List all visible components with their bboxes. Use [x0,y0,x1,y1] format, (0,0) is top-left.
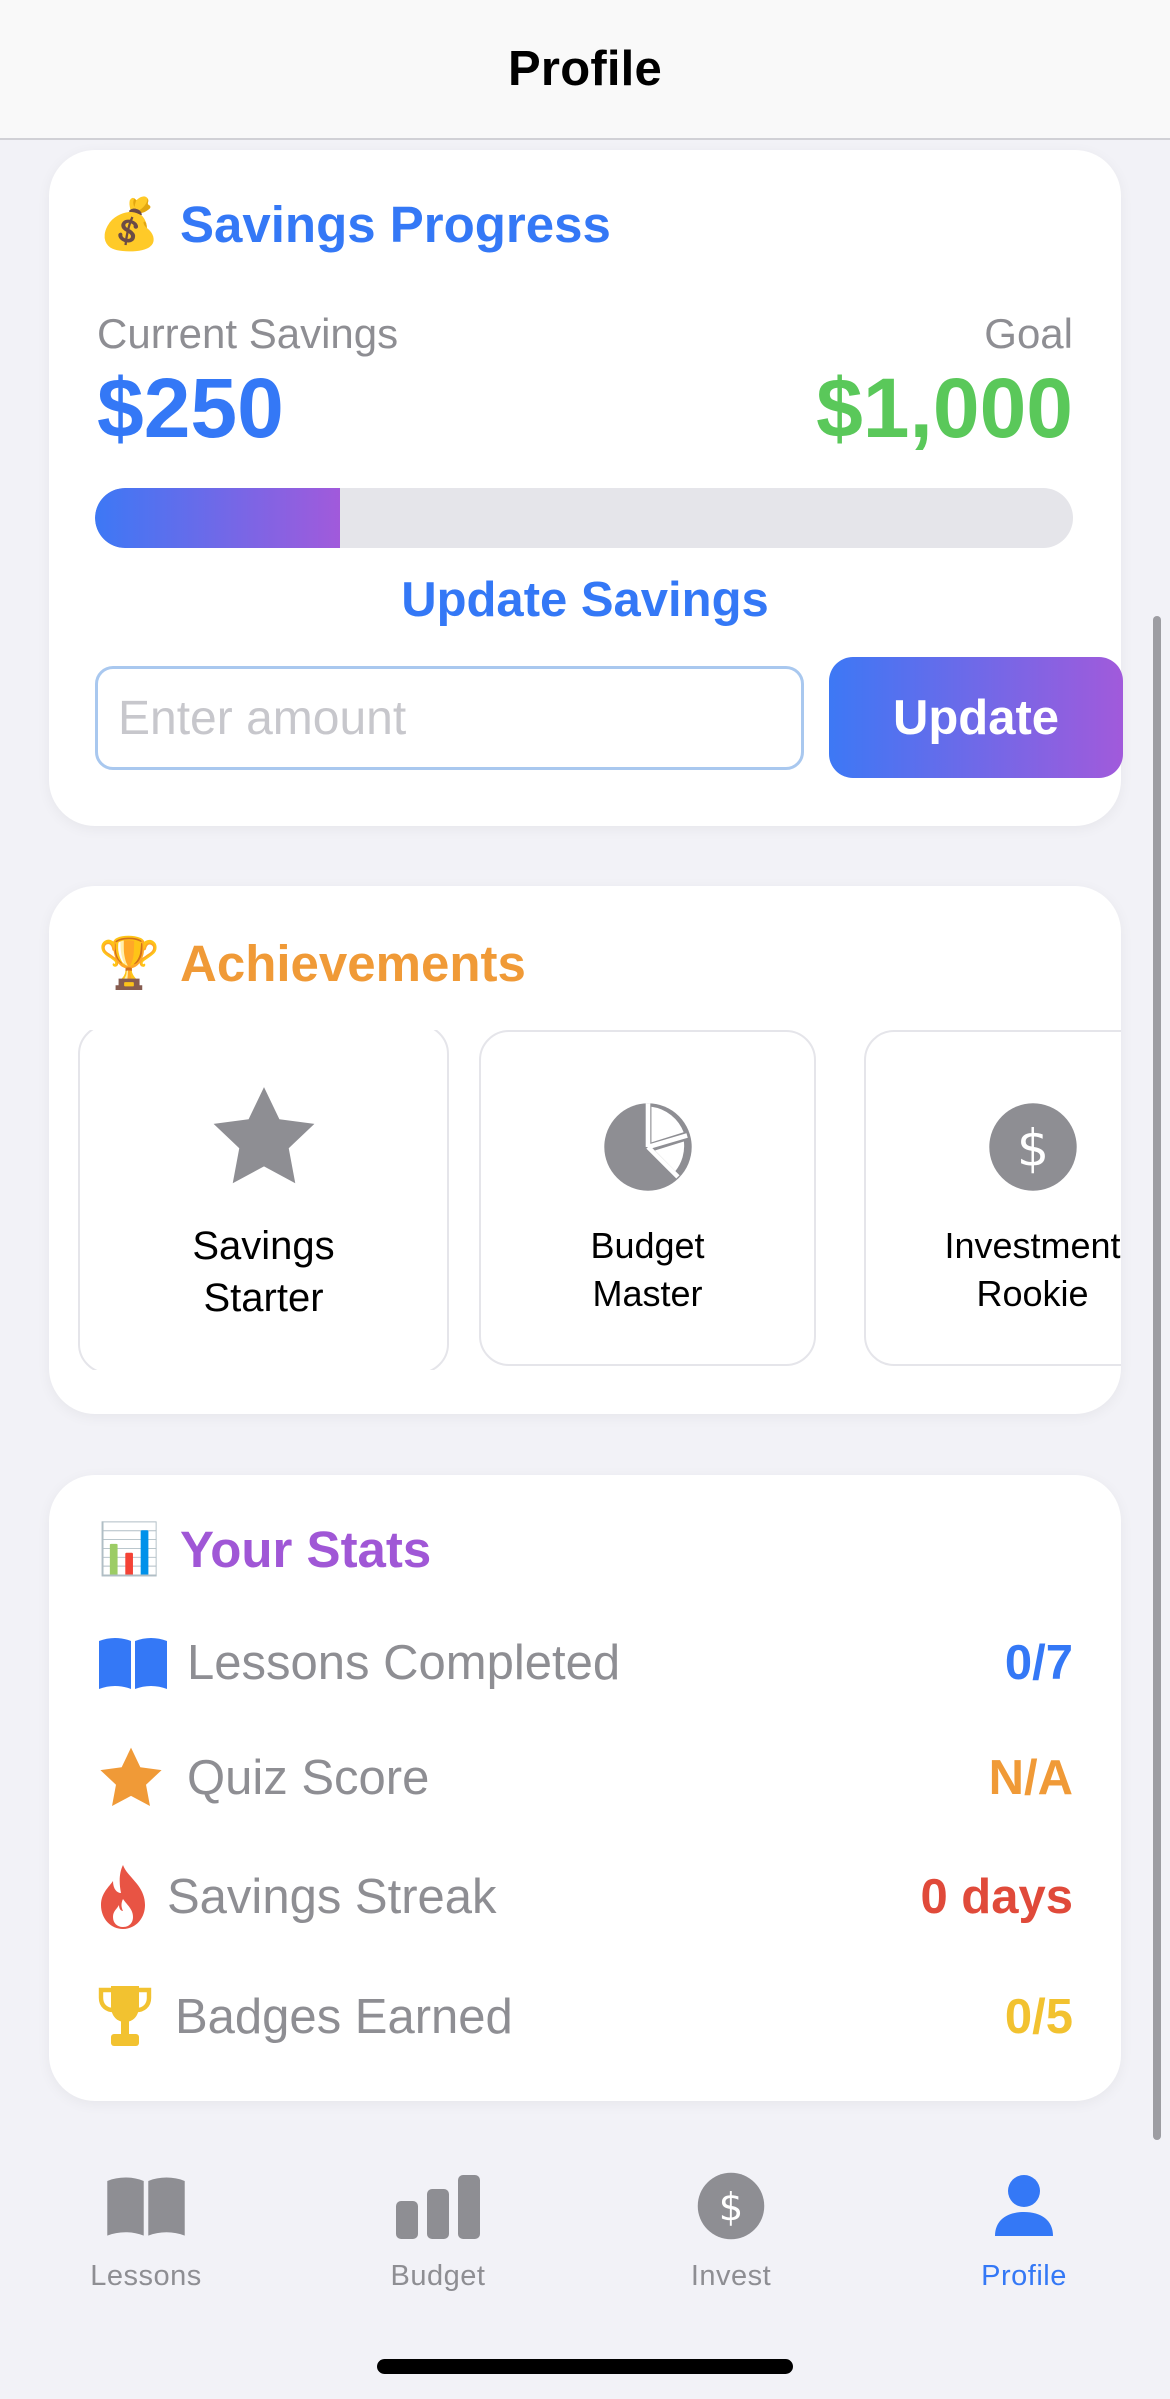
current-savings-value: $250 [97,361,284,455]
achievement-label: Budget Master [590,1225,705,1314]
savings-progress-header: 💰 Savings Progress [98,195,611,254]
goal-value: $1,000 [816,361,1073,455]
book-icon [105,2168,187,2244]
achievement-investment-rookie[interactable]: $ Investment Rookie [864,1030,1121,1366]
your-stats-header: 📊 Your Stats [98,1520,431,1579]
goal-label: Goal [984,310,1073,357]
svg-text:$: $ [1016,1118,1048,1177]
achievements-card: 🏆 Achievements Savings Starter Budget Ma… [49,886,1121,1414]
achievements-header: 🏆 Achievements [98,934,526,993]
tab-lessons[interactable]: Lessons [36,2168,256,2293]
stat-value: 0 days [920,1870,1073,1924]
update-button[interactable]: Update [829,657,1123,778]
person-icon [993,2168,1055,2244]
stat-row-badges-earned: Badges Earned 0/5 [97,1977,1073,2057]
achievement-label: Investment Rookie [944,1225,1121,1314]
current-savings-label: Current Savings [97,310,399,357]
stat-row-lessons-completed: Lessons Completed 0/7 [97,1623,1073,1703]
stat-label: Lessons Completed [187,1636,621,1690]
stat-label: Savings Streak [167,1870,497,1924]
tab-label: Profile [981,2260,1067,2292]
stat-value: 0/5 [1004,1990,1073,2044]
svg-text:$: $ [719,2185,744,2230]
flame-icon [97,1861,149,1933]
tab-invest[interactable]: $ Invest [621,2168,841,2293]
stat-label: Quiz Score [187,1751,430,1805]
stat-value: 0/7 [1004,1636,1073,1690]
tab-budget[interactable]: Budget [328,2168,548,2293]
amount-input[interactable] [95,666,804,770]
achievement-budget-master[interactable]: Budget Master [479,1030,816,1366]
savings-progress-card: 💰 Savings Progress Current Savings Goal … [49,150,1123,826]
money-bag-icon: 💰 [98,196,161,252]
achievements-title: Achievements [180,935,526,992]
achievement-label: Savings Starter [192,1224,335,1320]
stat-value: N/A [988,1751,1073,1805]
your-stats-title: Your Stats [180,1521,432,1578]
savings-progress-bar [95,488,1073,548]
dollar-circle-icon: $ [696,2168,766,2244]
scrollbar[interactable] [1153,616,1161,2140]
achievements-scroller[interactable]: Savings Starter Budget Master $ Investme… [49,1030,1121,1370]
star-icon [208,1082,320,1192]
stat-row-savings-streak: Savings Streak 0 days [97,1857,1073,1937]
trophy-emoji-icon: 🏆 [98,935,161,991]
trophy-icon [97,1981,157,2053]
achievement-savings-starter[interactable]: Savings Starter [78,1030,449,1370]
stat-row-quiz-score: Quiz Score N/A [97,1738,1073,1818]
tab-label: Lessons [90,2260,202,2292]
savings-progress-title: Savings Progress [180,196,611,253]
book-icon [97,1627,169,1699]
bar-chart-icon [394,2168,482,2244]
home-indicator [377,2359,793,2374]
tab-label: Invest [690,2260,772,2292]
savings-progress-fill [95,488,340,548]
tab-label: Budget [390,2260,486,2292]
navigation-bar: Profile [0,0,1170,140]
tab-profile[interactable]: Profile [914,2168,1134,2293]
bar-chart-emoji-icon: 📊 [98,1521,161,1577]
stat-label: Badges Earned [175,1990,513,2044]
star-icon [97,1742,169,1814]
pie-chart-icon [602,1092,694,1202]
update-savings-title: Update Savings [401,573,769,627]
dollar-circle-icon: $ [987,1092,1079,1202]
your-stats-card: 📊 Your Stats Lessons Completed 0/7 Quiz … [49,1475,1121,2101]
page-title: Profile [508,42,662,96]
